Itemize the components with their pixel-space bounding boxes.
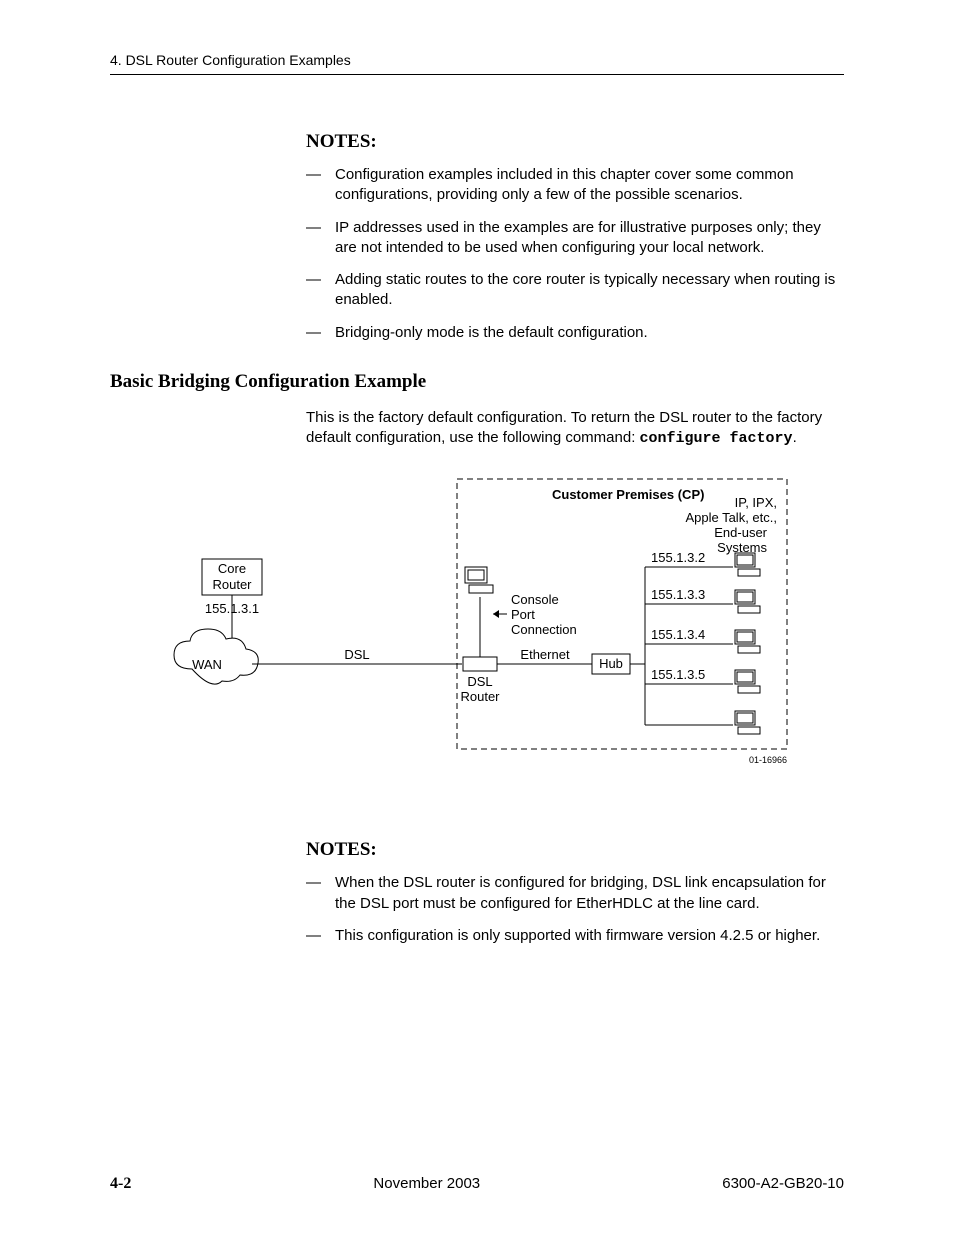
notes-heading-bottom: NOTES: — [306, 839, 844, 861]
section-intro: This is the factory default configuratio… — [306, 408, 844, 450]
cp-label: Customer Premises (CP) — [552, 487, 704, 502]
page-number: 4-2 — [110, 1175, 131, 1193]
footer-doc: 6300-A2-GB20-10 — [722, 1175, 844, 1192]
pc-icon — [735, 670, 760, 693]
list-item: — Configuration examples included in thi… — [306, 165, 844, 206]
notes-list-top: — Configuration examples included in thi… — [306, 165, 844, 343]
pc-ip-3: 155.1.3.4 — [651, 627, 705, 642]
pc-icon — [735, 590, 760, 613]
dsl-label: DSL — [344, 647, 369, 662]
page-footer: 4-2 November 2003 6300-A2-GB20-10 — [110, 1175, 844, 1193]
notes-heading-top: NOTES: — [306, 131, 844, 153]
console-l1: Console — [511, 592, 559, 607]
console-l2: Port — [511, 607, 535, 622]
pc-icon — [735, 630, 760, 653]
note-text: When the DSL router is configured for br… — [335, 873, 844, 914]
list-item: — Bridging-only mode is the default conf… — [306, 323, 844, 343]
intro-text-b: . — [793, 429, 797, 446]
pc-icon — [735, 553, 760, 576]
end-user-l3: End-user — [714, 525, 767, 540]
dash-icon: — — [306, 323, 321, 343]
list-item: — Adding static routes to the core route… — [306, 270, 844, 311]
hub-label: Hub — [599, 656, 623, 671]
wan-label: WAN — [192, 657, 222, 672]
note-text: Configuration examples included in this … — [335, 165, 844, 206]
dsl-router-l1: DSL — [467, 674, 492, 689]
end-user-l1: IP, IPX, — [735, 495, 777, 510]
dash-icon: — — [306, 873, 321, 893]
pc-ip-1: 155.1.3.2 — [651, 550, 705, 565]
core-router-l1: Core — [218, 561, 246, 576]
end-user-l2: Apple Talk, etc., — [685, 510, 777, 525]
pc-ip-2: 155.1.3.3 — [651, 587, 705, 602]
note-text: Bridging-only mode is the default config… — [335, 323, 648, 343]
dash-icon: — — [306, 270, 321, 290]
footer-date: November 2003 — [373, 1175, 480, 1192]
section-heading: Basic Bridging Configuration Example — [110, 371, 844, 393]
command-text: configure factory — [640, 430, 793, 447]
network-diagram: Customer Premises (CP) IP, IPX, Apple Ta… — [110, 469, 844, 769]
console-pc-icon — [465, 567, 493, 593]
list-item: — This configuration is only supported w… — [306, 926, 844, 946]
notes-list-bottom: — When the DSL router is configured for … — [306, 873, 844, 946]
dash-icon: — — [306, 926, 321, 946]
note-text: IP addresses used in the examples are fo… — [335, 218, 844, 259]
dsl-router-l2: Router — [460, 689, 500, 704]
ethernet-label: Ethernet — [520, 647, 570, 662]
list-item: — IP addresses used in the examples are … — [306, 218, 844, 259]
running-header: 4. DSL Router Configuration Examples — [110, 52, 844, 75]
core-router-l2: Router — [212, 577, 252, 592]
note-text: This configuration is only supported wit… — [335, 926, 820, 946]
list-item: — When the DSL router is configured for … — [306, 873, 844, 914]
figure-id: 01-16966 — [749, 755, 787, 765]
note-text: Adding static routes to the core router … — [335, 270, 844, 311]
pc-ip-4: 155.1.3.5 — [651, 667, 705, 682]
console-l3: Connection — [511, 622, 577, 637]
dash-icon: — — [306, 165, 321, 185]
dash-icon: — — [306, 218, 321, 238]
pc-icon — [735, 711, 760, 734]
